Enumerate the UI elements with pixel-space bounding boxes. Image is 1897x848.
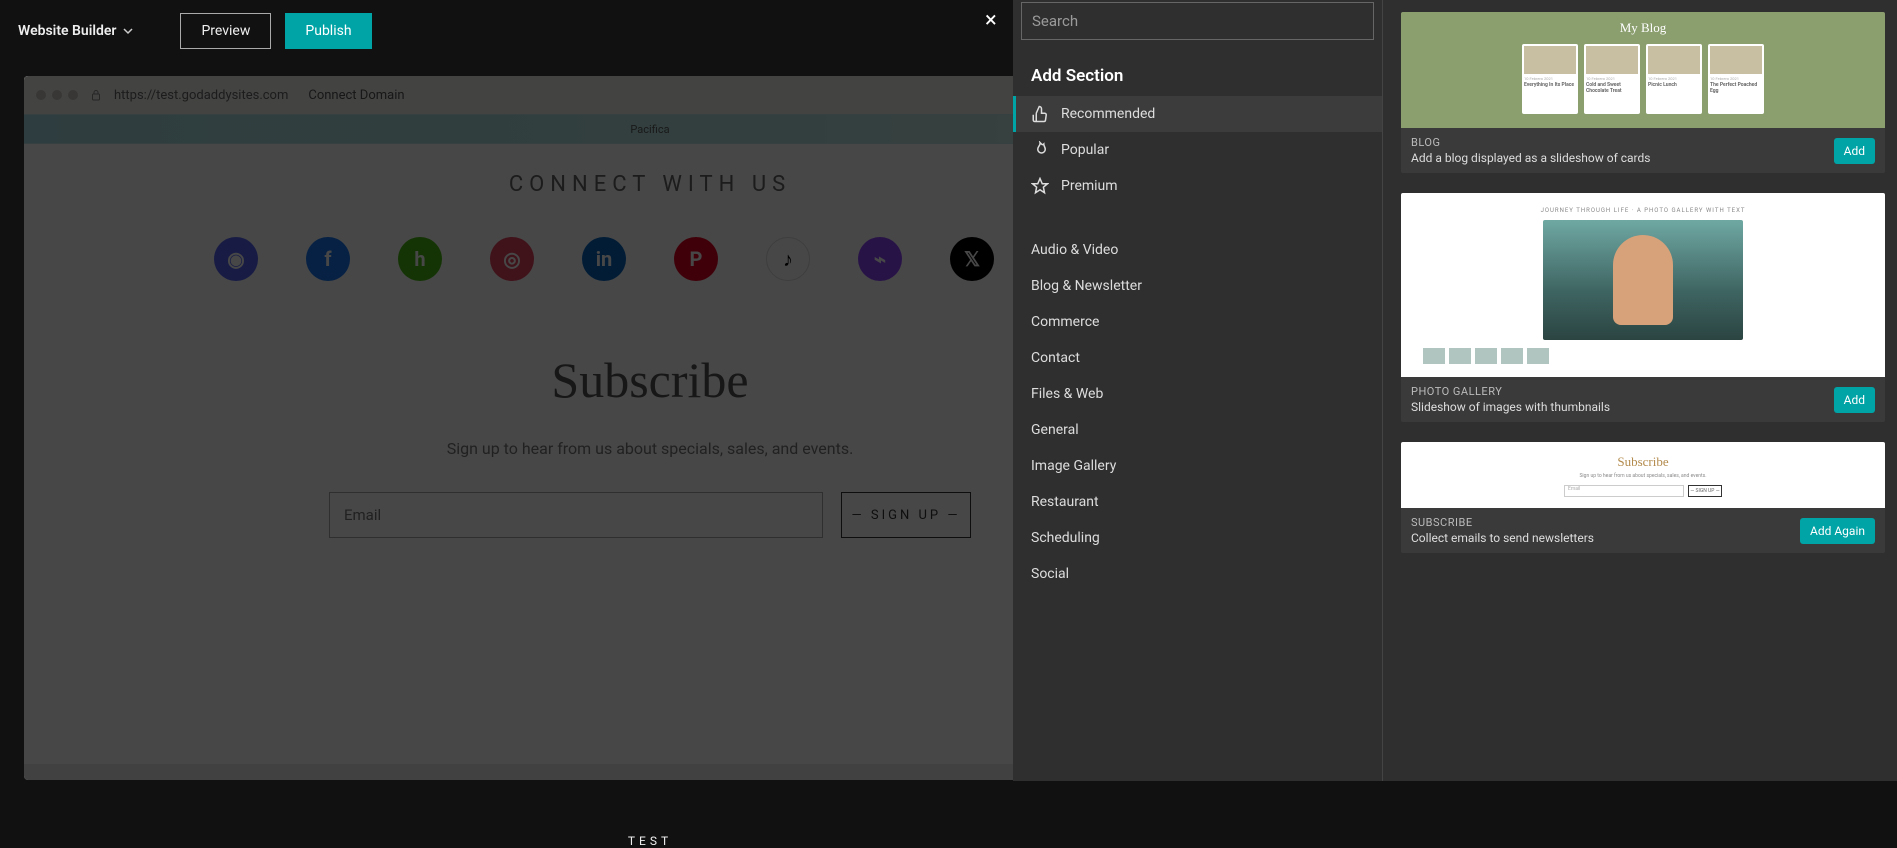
card-preview: Subscribe Sign up to hear from us about s… [1401, 442, 1885, 508]
flame-icon [1031, 141, 1049, 159]
add-section-panel: Add Section Recommended Popular Premium Au… [1013, 0, 1897, 781]
section-card-blog: My Blog 10 Febrero 2021Everything In Its … [1401, 12, 1885, 173]
blog-post-preview: 10 Febrero 2021The Perfect Poached Egg [1708, 44, 1764, 114]
filter-label: Premium [1061, 178, 1118, 194]
card-category: SUBSCRIBE [1411, 516, 1594, 529]
card-description: Add a blog displayed as a slideshow of c… [1411, 151, 1650, 165]
preview-button[interactable]: Preview [180, 13, 271, 49]
card-preview: JOURNEY THROUGH LIFE · A PHOTO GALLERY W… [1401, 193, 1885, 377]
preview-title: Subscribe [1617, 454, 1668, 470]
card-category: PHOTO GALLERY [1411, 385, 1610, 398]
panel-sidebar: Add Section Recommended Popular Premium Au… [1013, 0, 1383, 781]
preview-email: Email [1564, 485, 1684, 497]
panel-cards: My Blog 10 Febrero 2021Everything In Its … [1383, 0, 1897, 781]
section-card-subscribe: Subscribe Sign up to hear from us about s… [1401, 442, 1885, 553]
chevron-down-icon [122, 25, 134, 37]
category-audio-video[interactable]: Audio & Video [1013, 232, 1382, 268]
panel-heading: Add Section [1013, 52, 1382, 96]
star-icon [1031, 177, 1049, 195]
section-card-photo-gallery: JOURNEY THROUGH LIFE · A PHOTO GALLERY W… [1401, 193, 1885, 422]
card-footer: BLOG Add a blog displayed as a slideshow … [1401, 128, 1885, 173]
filter-label: Recommended [1061, 106, 1155, 122]
card-preview: My Blog 10 Febrero 2021Everything In Its … [1401, 12, 1885, 128]
card-footer: SUBSCRIBE Collect emails to send newslett… [1401, 508, 1885, 553]
footer-brand: TEST [24, 834, 1276, 848]
category-commerce[interactable]: Commerce [1013, 304, 1382, 340]
filter-popular[interactable]: Popular [1013, 132, 1382, 168]
preview-signup: — SIGN UP — [1688, 485, 1722, 497]
blog-post-preview: 10 Febrero 2021Cold and Sweet Chocolate … [1584, 44, 1640, 114]
close-icon[interactable]: × [985, 8, 997, 33]
preview-copy: Sign up to hear from us about specials, … [1579, 473, 1706, 479]
filter-label: Popular [1061, 142, 1109, 158]
filter-recommended[interactable]: Recommended [1013, 96, 1382, 132]
preview-title: JOURNEY THROUGH LIFE · A PHOTO GALLERY W… [1541, 207, 1746, 214]
blog-post-preview: 10 Febrero 2021Everything In Its Place [1522, 44, 1578, 114]
category-list: Audio & VideoBlog & NewsletterCommerceCo… [1013, 232, 1382, 592]
category-blog-newsletter[interactable]: Blog & Newsletter [1013, 268, 1382, 304]
filter-premium[interactable]: Premium [1013, 168, 1382, 204]
filter-list: Recommended Popular Premium [1013, 96, 1382, 204]
category-general[interactable]: General [1013, 412, 1382, 448]
add-section-button[interactable]: Add [1834, 387, 1875, 413]
add-section-button[interactable]: Add Again [1800, 518, 1875, 544]
brand-menu[interactable]: Website Builder [10, 15, 142, 47]
category-social[interactable]: Social [1013, 556, 1382, 592]
card-description: Slideshow of images with thumbnails [1411, 400, 1610, 414]
preview-title: My Blog [1620, 20, 1667, 36]
search-input[interactable] [1021, 2, 1374, 40]
category-files-web[interactable]: Files & Web [1013, 376, 1382, 412]
category-contact[interactable]: Contact [1013, 340, 1382, 376]
brand-label: Website Builder [18, 23, 116, 39]
thumbs-up-icon [1031, 105, 1049, 123]
category-restaurant[interactable]: Restaurant [1013, 484, 1382, 520]
category-scheduling[interactable]: Scheduling [1013, 520, 1382, 556]
card-category: BLOG [1411, 136, 1650, 149]
blog-post-preview: 10 Febrero 2021Picnic Lunch [1646, 44, 1702, 114]
publish-button[interactable]: Publish [285, 13, 371, 49]
add-section-button[interactable]: Add [1834, 138, 1875, 164]
card-footer: PHOTO GALLERY Slideshow of images with th… [1401, 377, 1885, 422]
card-description: Collect emails to send newsletters [1411, 531, 1594, 545]
category-image-gallery[interactable]: Image Gallery [1013, 448, 1382, 484]
